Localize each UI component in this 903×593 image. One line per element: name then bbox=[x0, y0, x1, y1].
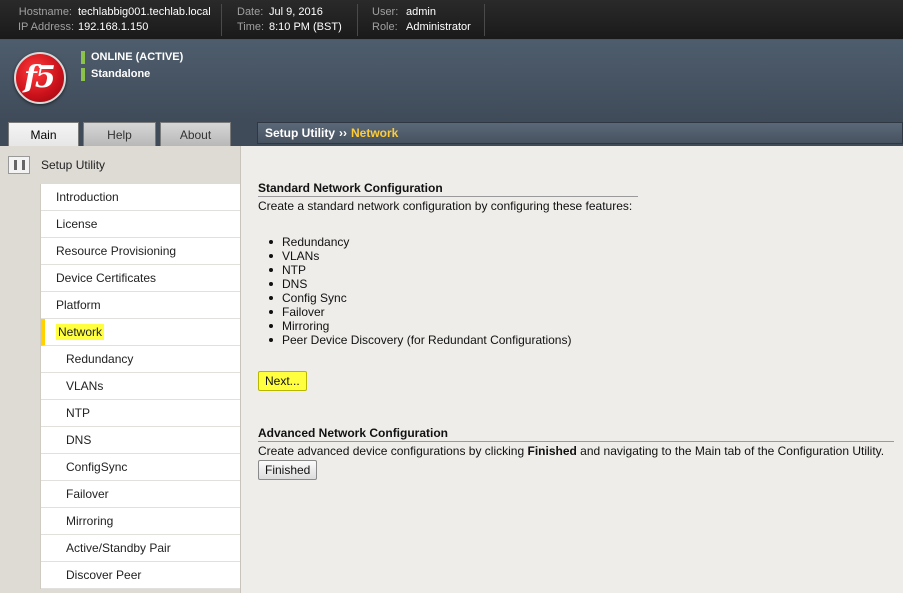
list-item: Config Sync bbox=[268, 291, 571, 305]
list-item: NTP bbox=[268, 263, 571, 277]
user-info: User: admin Role: Administrator bbox=[372, 5, 471, 35]
sidebar-item-introduction[interactable]: Introduction bbox=[41, 184, 240, 211]
logo-text: f5 bbox=[24, 60, 56, 95]
divider bbox=[357, 4, 358, 36]
divider bbox=[484, 4, 485, 36]
breadcrumb: Setup Utility ›› Network bbox=[257, 122, 903, 144]
sidebar-item-license[interactable]: License bbox=[41, 211, 240, 238]
finished-button[interactable]: Finished bbox=[258, 460, 318, 480]
sidebar-item-discover-peer[interactable]: Discover Peer bbox=[41, 562, 240, 589]
sidebar-item-device-certificates[interactable]: Device Certificates bbox=[41, 265, 240, 292]
next-button[interactable]: Next... bbox=[258, 371, 307, 391]
host-info: Hostname: techlabbig001.techlab.local IP … bbox=[18, 5, 211, 35]
standard-config-title: Standard Network Configuration bbox=[258, 181, 638, 197]
sidebar-item-network-label: Network bbox=[56, 324, 105, 340]
sidebar-item-configsync[interactable]: ConfigSync bbox=[41, 454, 240, 481]
list-item: Mirroring bbox=[268, 319, 571, 333]
list-item: Failover bbox=[268, 305, 571, 319]
ip-value: 192.168.1.150 bbox=[78, 21, 149, 33]
sidebar-menu: Introduction License Resource Provisioni… bbox=[40, 184, 240, 589]
hostname-label: Hostname: bbox=[18, 6, 72, 18]
advanced-config-title: Advanced Network Configuration bbox=[258, 426, 894, 442]
sidebar-item-vlans[interactable]: VLANs bbox=[41, 373, 240, 400]
date-label: Date: bbox=[237, 6, 264, 18]
tab-help[interactable]: Help bbox=[83, 122, 156, 146]
main-content: Standard Network Configuration Create a … bbox=[241, 146, 903, 593]
sidebar-item-resource-provisioning[interactable]: Resource Provisioning bbox=[41, 238, 240, 265]
advanced-desc-bold: Finished bbox=[527, 444, 577, 458]
status-mode-text: Standalone bbox=[91, 68, 151, 80]
time-value: 8:10 PM (BST) bbox=[269, 21, 342, 33]
sidebar-item-active-standby-pair[interactable]: Active/Standby Pair bbox=[41, 535, 240, 562]
sidebar-item-dns[interactable]: DNS bbox=[41, 427, 240, 454]
setup-utility-icon bbox=[8, 156, 30, 174]
date-value: Jul 9, 2016 bbox=[269, 6, 323, 18]
list-item: DNS bbox=[268, 277, 571, 291]
breadcrumb-parent[interactable]: Setup Utility bbox=[265, 126, 335, 140]
setup-utility-title: Setup Utility bbox=[41, 158, 106, 172]
user-label: User: bbox=[372, 6, 399, 18]
sidebar-item-redundancy[interactable]: Redundancy bbox=[41, 346, 240, 373]
tab-main[interactable]: Main bbox=[8, 122, 79, 147]
feature-list: Redundancy VLANs NTP DNS Config Sync Fai… bbox=[268, 235, 571, 347]
hostname-value: techlabbig001.techlab.local bbox=[78, 6, 211, 18]
advanced-desc-before: Create advanced device configurations by… bbox=[258, 444, 528, 458]
status-indicator-icon bbox=[81, 51, 85, 64]
breadcrumb-bar: Setup Utility ›› Network bbox=[241, 120, 903, 146]
sidebar-item-ntp[interactable]: NTP bbox=[41, 400, 240, 427]
sidebar-item-network[interactable]: Network bbox=[41, 319, 240, 346]
divider bbox=[221, 4, 222, 36]
datetime-info: Date: Jul 9, 2016 Time: 8:10 PM (BST) bbox=[237, 5, 342, 35]
tab-about[interactable]: About bbox=[160, 122, 231, 146]
time-label: Time: bbox=[237, 21, 265, 33]
list-item: Redundancy bbox=[268, 235, 571, 249]
role-label: Role: bbox=[372, 21, 398, 33]
advanced-desc-after: and navigating to the Main tab of the Co… bbox=[576, 444, 885, 458]
sidebar-item-platform[interactable]: Platform bbox=[41, 292, 240, 319]
role-value: Administrator bbox=[406, 21, 471, 33]
list-item: VLANs bbox=[268, 249, 571, 263]
ip-label: IP Address: bbox=[18, 21, 75, 33]
sidebar-item-mirroring[interactable]: Mirroring bbox=[41, 508, 240, 535]
f5-logo-icon[interactable]: f5 bbox=[14, 52, 66, 104]
sidebar: Setup Utility Introduction License Resou… bbox=[0, 146, 241, 593]
breadcrumb-separator: ›› bbox=[339, 126, 348, 140]
list-item: Peer Device Discovery (for Redundant Con… bbox=[268, 333, 571, 347]
system-info-bar: Hostname: techlabbig001.techlab.local IP … bbox=[0, 0, 903, 40]
breadcrumb-current: Network bbox=[351, 126, 399, 140]
status-online-text: ONLINE (ACTIVE) bbox=[91, 51, 184, 63]
main-tabs: Main Help About bbox=[0, 120, 241, 147]
header-band: f5 ONLINE (ACTIVE) Standalone bbox=[0, 40, 903, 120]
status-indicator-icon bbox=[81, 68, 85, 81]
sidebar-item-failover[interactable]: Failover bbox=[41, 481, 240, 508]
advanced-config-description: Create advanced device configurations by… bbox=[258, 444, 884, 458]
user-value: admin bbox=[406, 6, 436, 18]
standard-config-description: Create a standard network configuration … bbox=[258, 199, 633, 213]
